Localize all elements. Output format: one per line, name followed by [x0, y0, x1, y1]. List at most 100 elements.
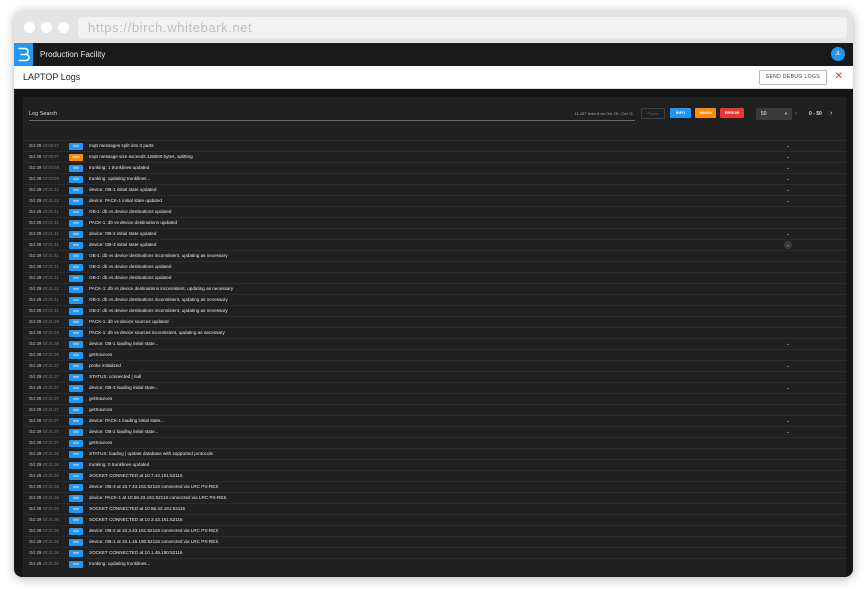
- log-level-badge: info: [69, 362, 83, 370]
- expand-chevron-icon[interactable]: ⌄: [784, 241, 792, 249]
- log-row[interactable]: Oct 29 20:21:36 info device: OB-2 at 10.3.…: [23, 525, 846, 536]
- page-size-select[interactable]: 50 ▼: [756, 108, 792, 120]
- log-level-badge: info: [69, 351, 83, 359]
- log-timestamp: Oct 29 20:21:41: [29, 240, 59, 250]
- window-dot-close[interactable]: [24, 22, 35, 33]
- log-message: OB-2: db vs device destinations updated: [89, 275, 172, 280]
- log-row[interactable]: Oct 29 20:21:37 info device: PACK-1 loadin…: [23, 415, 846, 426]
- log-timestamp: Oct 29 20:21:37: [29, 361, 59, 371]
- window-dot-minimize[interactable]: [41, 22, 52, 33]
- expand-chevron-icon[interactable]: ⌄: [786, 152, 790, 162]
- log-date: Oct 29: [29, 473, 42, 478]
- log-row[interactable]: Oct 29 20:21:41 info device: OB-2 initial …: [23, 228, 846, 239]
- log-row[interactable]: Oct 29 20:21:39 info PACK-1: db vs device …: [23, 327, 846, 338]
- log-row[interactable]: Oct 29 20:21:41 info OB-2: db vs device de…: [23, 305, 846, 316]
- window-dot-maximize[interactable]: [58, 22, 69, 33]
- log-search-input[interactable]: Log Search 11,287 lines from Oct 29 - Oc…: [29, 108, 635, 121]
- log-row[interactable]: Oct 29 20:21:41 info device: OB-3 initial …: [23, 239, 846, 250]
- log-time: 20:21:35: [42, 561, 59, 566]
- address-bar[interactable]: https://birch.whitebark.net: [78, 17, 847, 38]
- pause-button[interactable]: Pause: [641, 108, 665, 119]
- log-row[interactable]: Oct 29 20:21:37 info device: OB-3 loading …: [23, 382, 846, 393]
- log-row[interactable]: Oct 29 20:21:41 info PACK-1: db vs device …: [23, 217, 846, 228]
- log-row[interactable]: Oct 29 20:21:37 info device: OB-2 loading …: [23, 426, 846, 437]
- log-timestamp: Oct 29 20:04:59: [29, 174, 59, 184]
- log-timestamp: Oct 29 20:21:36: [29, 460, 59, 470]
- expand-chevron-icon[interactable]: ⌄: [786, 174, 790, 184]
- page-range: 0 - 50: [809, 111, 822, 117]
- log-date: Oct 29: [29, 231, 42, 236]
- log-row[interactable]: Oct 29 20:21:38 info device: OB-1 loading …: [23, 338, 846, 349]
- log-row[interactable]: Oct 29 20:21:41 info PACK-1: db vs device …: [23, 283, 846, 294]
- log-row[interactable]: Oct 29 20:21:36 info SOCKET CONNECTED at 1…: [23, 514, 846, 525]
- log-row[interactable]: Oct 29 20:21:36 info SOCKET CONNECTED at 1…: [23, 470, 846, 481]
- log-date: Oct 29: [29, 264, 42, 269]
- log-message: OB-3: db vs device destinations inconsis…: [89, 297, 228, 302]
- log-row[interactable]: Oct 29 20:21:42 info device: OB-1 initial …: [23, 184, 846, 195]
- filter-info-button[interactable]: INFO: [670, 108, 691, 118]
- log-row[interactable]: Oct 29 20:21:38 info getSources: [23, 349, 846, 360]
- log-row[interactable]: Oct 29 20:21:36 info STATUS: loading | upd…: [23, 448, 846, 459]
- log-date: Oct 29: [29, 550, 42, 555]
- expand-chevron-icon[interactable]: ⌄: [786, 229, 790, 239]
- send-debug-logs-button[interactable]: SEND DEBUG LOGS: [758, 70, 827, 85]
- log-time: 20:21:41: [42, 242, 59, 247]
- expand-chevron-icon[interactable]: ⌄: [786, 339, 790, 349]
- log-row[interactable]: Oct 29 20:04:59 info trunking: updating tr…: [23, 173, 846, 184]
- log-row[interactable]: Oct 29 20:21:41 info OB-3: db vs device de…: [23, 261, 846, 272]
- log-time: 20:21:41: [42, 308, 59, 313]
- log-level-badge: info: [69, 340, 83, 348]
- log-row[interactable]: Oct 29 20:21:42 info device: PACK-1 initia…: [23, 195, 846, 206]
- log-row[interactable]: Oct 29 20:08:57 info mqtt messages split i…: [23, 140, 846, 151]
- log-row[interactable]: Oct 29 20:21:37 info getSources: [23, 393, 846, 404]
- brand-logo-icon[interactable]: [14, 43, 33, 66]
- chevron-right-icon[interactable]: ›: [830, 108, 832, 120]
- log-row[interactable]: Oct 29 20:21:37 info probe initialized ⌄: [23, 360, 846, 371]
- log-timestamp: Oct 29 20:21:36: [29, 471, 59, 481]
- log-row[interactable]: Oct 29 20:21:37 info STATUS: connected | n…: [23, 371, 846, 382]
- log-row[interactable]: Oct 29 20:21:37 info getSources: [23, 404, 846, 415]
- log-row[interactable]: Oct 29 20:21:36 info device: OB-1 at 10.1.…: [23, 536, 846, 547]
- chevron-left-icon[interactable]: ‹: [795, 108, 797, 120]
- expand-chevron-icon[interactable]: ⌄: [786, 427, 790, 437]
- expand-chevron-icon[interactable]: ⌄: [786, 141, 790, 151]
- log-row[interactable]: Oct 29 20:08:57 warn mqtt message size exc…: [23, 151, 846, 162]
- log-time: 20:21:39: [42, 330, 59, 335]
- log-timestamp: Oct 29 20:21:36: [29, 537, 59, 547]
- log-row[interactable]: Oct 29 20:21:39 info PACK-1: db vs device …: [23, 316, 846, 327]
- log-row[interactable]: Oct 29 20:21:36 info device: PACK-1 at 10.…: [23, 492, 846, 503]
- log-row[interactable]: Oct 29 20:21:37 info getSources: [23, 437, 846, 448]
- log-time: 20:21:37: [42, 429, 59, 434]
- log-row[interactable]: Oct 29 20:04:59 info trunking: 1 trunkline…: [23, 162, 846, 173]
- expand-chevron-icon[interactable]: ⌄: [786, 185, 790, 195]
- log-row[interactable]: Oct 29 20:21:36 info trunking: 0 trunkline…: [23, 459, 846, 470]
- log-date: Oct 29: [29, 528, 42, 533]
- log-time: 20:21:41: [42, 264, 59, 269]
- log-row[interactable]: Oct 29 20:21:41 info OB-1: db vs device de…: [23, 250, 846, 261]
- log-date: Oct 29: [29, 253, 42, 258]
- log-row[interactable]: Oct 29 20:21:41 info OB-1: db vs device de…: [23, 206, 846, 217]
- filter-warn-button[interactable]: WARN: [695, 108, 716, 118]
- expand-chevron-icon[interactable]: ⌄: [786, 361, 790, 371]
- log-row[interactable]: Oct 29 20:21:36 info SOCKET CONNECTED at 1…: [23, 503, 846, 514]
- close-icon[interactable]: ✕: [835, 71, 843, 83]
- log-message: PACK-1: db vs device destinations update…: [89, 220, 178, 225]
- log-row[interactable]: Oct 29 20:21:41 info OB-2: db vs device de…: [23, 272, 846, 283]
- avatar[interactable]: JL: [831, 47, 845, 61]
- log-level-badge: info: [69, 406, 83, 414]
- log-timestamp: Oct 29 20:21:37: [29, 372, 59, 382]
- log-message: OB-3: db vs device destinations updated: [89, 264, 172, 269]
- expand-chevron-icon[interactable]: ⌄: [786, 383, 790, 393]
- log-row[interactable]: Oct 29 20:21:36 info device: OB-3 at 10.7.…: [23, 481, 846, 492]
- log-time: 20:21:37: [42, 440, 59, 445]
- expand-chevron-icon[interactable]: ⌄: [786, 196, 790, 206]
- log-row[interactable]: Oct 29 20:21:41 info OB-3: db vs device de…: [23, 294, 846, 305]
- filter-error-button[interactable]: ERROR: [720, 108, 744, 118]
- expand-chevron-icon[interactable]: ⌄: [786, 163, 790, 173]
- log-row[interactable]: Oct 29 20:21:35 info trunking: updating tr…: [23, 558, 846, 569]
- log-date: Oct 29: [29, 330, 42, 335]
- log-time: 20:21:38: [42, 341, 59, 346]
- log-row[interactable]: Oct 29 20:21:36 info SOCKET CONNECTED at 1…: [23, 547, 846, 558]
- log-message: getSources: [89, 407, 113, 412]
- expand-chevron-icon[interactable]: ⌄: [786, 416, 790, 426]
